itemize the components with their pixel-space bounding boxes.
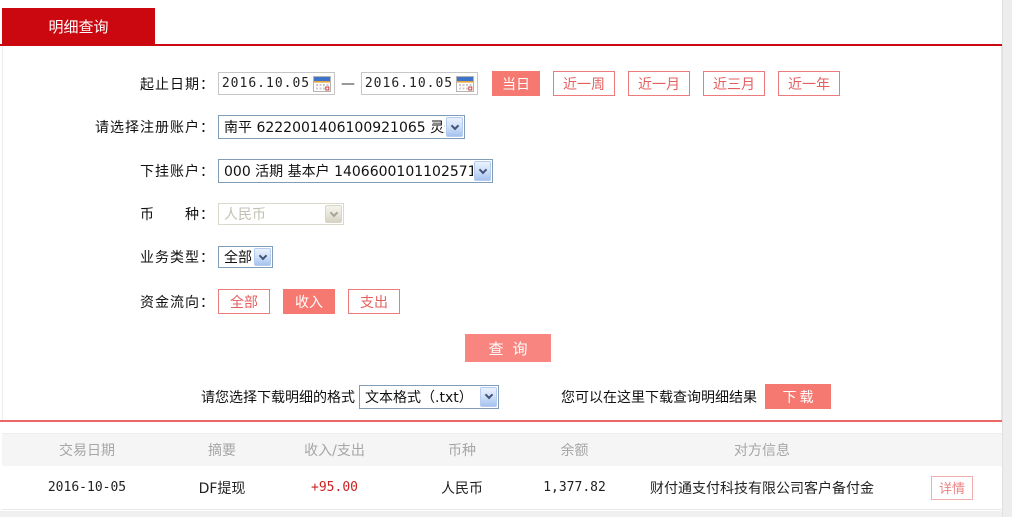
chevron-down-icon: [480, 386, 497, 407]
business-type-row: 业务类型： 全部: [3, 246, 1001, 268]
table-footer-band: [0, 511, 1012, 517]
download-button[interactable]: 下载: [765, 384, 831, 409]
registered-account-value: 南平 6222001406100921065 灵通卡: [224, 120, 445, 136]
header-balance: 余额: [560, 443, 589, 459]
row-amount: +95.00: [311, 480, 358, 495]
quick-range-year-button[interactable]: 近一年: [778, 71, 840, 96]
end-date-input[interactable]: 2016.10.05: [361, 72, 478, 95]
header-summary: 摘要: [208, 443, 236, 459]
row-currency: 人民币: [441, 480, 483, 497]
fund-flow-income-button[interactable]: 收入: [283, 289, 335, 314]
end-date-value: 2016.10.05: [364, 76, 454, 91]
quick-range-today-button[interactable]: 当日: [492, 71, 540, 96]
header-income-expense: 收入/支出: [304, 443, 365, 459]
download-format-select[interactable]: 文本格式（.txt）: [359, 384, 499, 409]
header-transaction-date: 交易日期: [59, 443, 115, 459]
fund-flow-all-button[interactable]: 全部: [218, 289, 270, 314]
sub-account-select[interactable]: 000 活期 基本户 1406600101102571848: [218, 159, 493, 183]
row-counterparty: 财付通支付科技有限公司客户备付金: [650, 480, 874, 497]
currency-value: 人民币: [224, 207, 266, 223]
quick-range-week-button[interactable]: 近一周: [553, 71, 615, 96]
registered-account-row: 请选择注册账户： 南平 6222001406100921065 灵通卡: [3, 115, 1001, 139]
registered-account-select[interactable]: 南平 6222001406100921065 灵通卡: [218, 115, 465, 139]
date-range-separator: —: [341, 75, 355, 92]
detail-button[interactable]: 详情: [931, 475, 973, 500]
chevron-down-icon: [325, 205, 342, 223]
query-button[interactable]: 查询: [465, 334, 551, 362]
quick-range-month-button[interactable]: 近一月: [628, 71, 690, 96]
registered-account-label: 请选择注册账户：: [95, 120, 215, 136]
tab-detail-query[interactable]: 明细查询: [2, 8, 155, 45]
business-type-label: 业务类型：: [140, 250, 215, 266]
header-currency: 币种: [448, 443, 476, 459]
date-range-label: 起止日期：: [140, 76, 215, 93]
date-range-row: 起止日期： 2016.10.05 — 2016.10.05 当日 近一周 近一月…: [3, 71, 1001, 96]
row-summary: DF提现: [198, 480, 246, 497]
fund-flow-expense-button[interactable]: 支出: [348, 289, 400, 314]
currency-label: 币 种：: [140, 207, 215, 223]
currency-select: 人民币: [218, 203, 344, 225]
detail-query-page: 明细查询 起止日期： 2016.10.05 — 2016.10.05 当日 近一…: [0, 0, 1012, 517]
start-date-input[interactable]: 2016.10.05: [218, 72, 335, 95]
sub-account-label: 下挂账户：: [140, 164, 215, 180]
chevron-down-icon: [446, 117, 463, 137]
download-row: 请您选择下载明细的格式 文本格式（.txt） 您可以在这里下载查询明细结果 下载: [3, 384, 1001, 409]
quick-range-quarter-button[interactable]: 近三月: [703, 71, 765, 96]
query-form-panel: 起止日期： 2016.10.05 — 2016.10.05 当日 近一周 近一月…: [2, 46, 1002, 420]
fund-flow-row: 资金流向： 全部 收入 支出: [3, 289, 1001, 314]
business-type-value: 全部: [224, 250, 252, 266]
page-right-strip: [1002, 0, 1012, 517]
tab-label: 明细查询: [48, 18, 109, 36]
download-format-value: 文本格式（.txt）: [365, 389, 473, 406]
download-format-label: 请您选择下载明细的格式: [201, 389, 355, 406]
fund-flow-label: 资金流向：: [140, 294, 215, 311]
section-divider: [0, 420, 1002, 422]
business-type-select[interactable]: 全部: [218, 246, 273, 268]
start-date-value: 2016.10.05: [221, 76, 311, 91]
currency-row: 币 种： 人民币: [3, 203, 1001, 225]
sub-account-value: 000 活期 基本户 1406600101102571848: [224, 164, 473, 180]
row-transaction-date: 2016-10-05: [47, 480, 127, 495]
download-hint: 您可以在这里下载查询明细结果: [561, 389, 757, 406]
chevron-down-icon: [254, 248, 271, 266]
calendar-icon[interactable]: [313, 75, 331, 92]
row-balance: 1,377.82: [543, 480, 606, 495]
chevron-down-icon: [474, 161, 491, 181]
calendar-icon[interactable]: [456, 75, 474, 92]
table-header: 交易日期 摘要 收入/支出 币种 余额 对方信息: [2, 433, 1002, 466]
sub-account-row: 下挂账户： 000 活期 基本户 1406600101102571848: [3, 159, 1001, 183]
header-counterparty: 对方信息: [734, 443, 790, 459]
table-row: 2016-10-05 DF提现 +95.00 人民币 1,377.82 财付通支…: [2, 466, 1002, 510]
